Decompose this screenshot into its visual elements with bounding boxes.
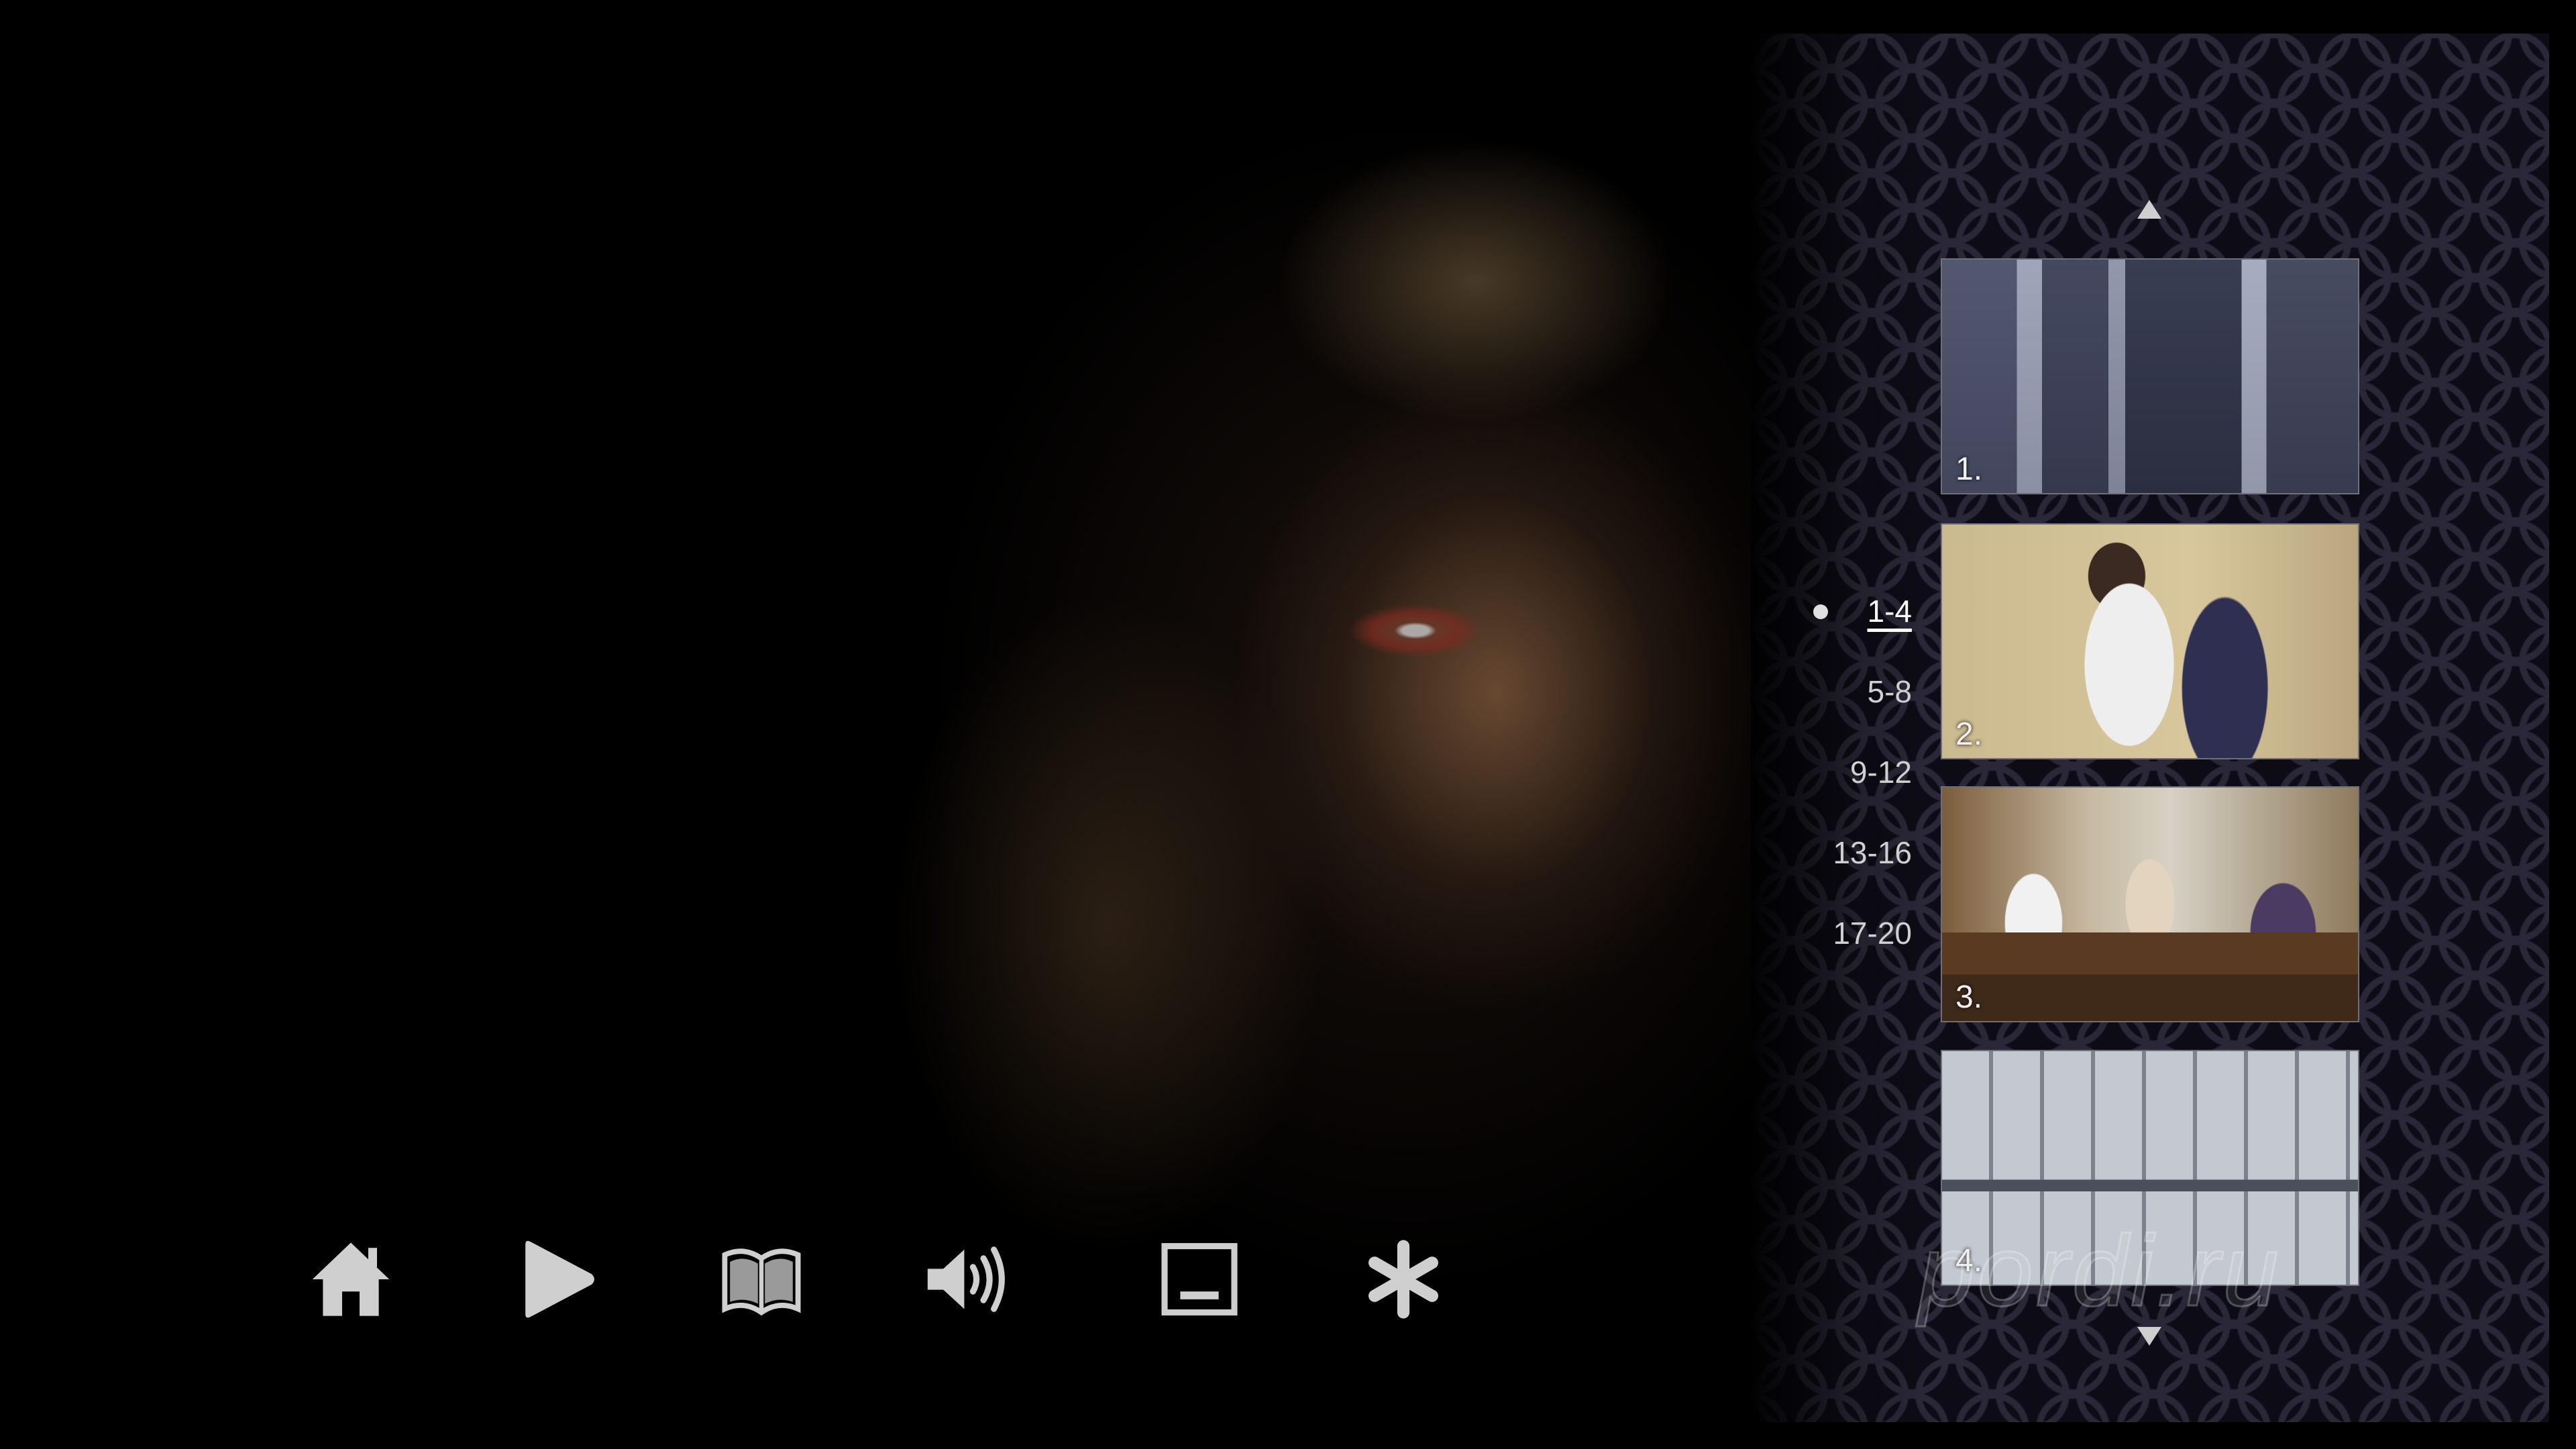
play-icon-graphic bbox=[525, 1240, 594, 1318]
chapter-range-9-12[interactable]: 9-12 bbox=[1850, 754, 1912, 790]
play-icon[interactable] bbox=[513, 1236, 600, 1323]
background-artwork bbox=[0, 0, 1811, 1449]
asterisk-icon-graphic bbox=[1368, 1240, 1438, 1319]
watermark: pordi.ru bbox=[1918, 1214, 2282, 1328]
subtitles-icon[interactable] bbox=[1156, 1236, 1243, 1323]
book-icon-graphic bbox=[722, 1248, 801, 1316]
chapter-thumbnail-3[interactable]: 3. bbox=[1941, 786, 2359, 1022]
speaker-icon-graphic bbox=[927, 1246, 1005, 1312]
scroll-down-arrow-icon[interactable] bbox=[2137, 1327, 2161, 1346]
chapter-range-1-4[interactable]: 1-4 bbox=[1868, 593, 1912, 629]
chapter-number: 2. bbox=[1955, 716, 1983, 752]
chapters-book-icon[interactable] bbox=[718, 1236, 805, 1323]
extras-asterisk-icon[interactable] bbox=[1360, 1236, 1447, 1323]
subtitles-icon-graphic bbox=[1161, 1243, 1238, 1316]
chapter-thumbnail-2[interactable]: 2. bbox=[1941, 523, 2359, 759]
artwork-eye bbox=[1348, 604, 1483, 657]
chapter-number: 3. bbox=[1955, 979, 1983, 1015]
selected-range-indicator bbox=[1813, 604, 1828, 619]
audio-speaker-icon[interactable] bbox=[922, 1236, 1010, 1323]
chapter-thumbnail-1[interactable]: 1. bbox=[1941, 258, 2359, 494]
chapter-number: 1. bbox=[1955, 451, 1983, 487]
home-icon[interactable] bbox=[307, 1236, 394, 1323]
chapter-range-5-8[interactable]: 5-8 bbox=[1868, 674, 1912, 710]
home-icon-graphic bbox=[312, 1242, 390, 1316]
chapter-range-13-16[interactable]: 13-16 bbox=[1833, 835, 1912, 871]
chapter-range-17-20[interactable]: 17-20 bbox=[1833, 915, 1912, 951]
scroll-up-arrow-icon[interactable] bbox=[2137, 200, 2161, 219]
